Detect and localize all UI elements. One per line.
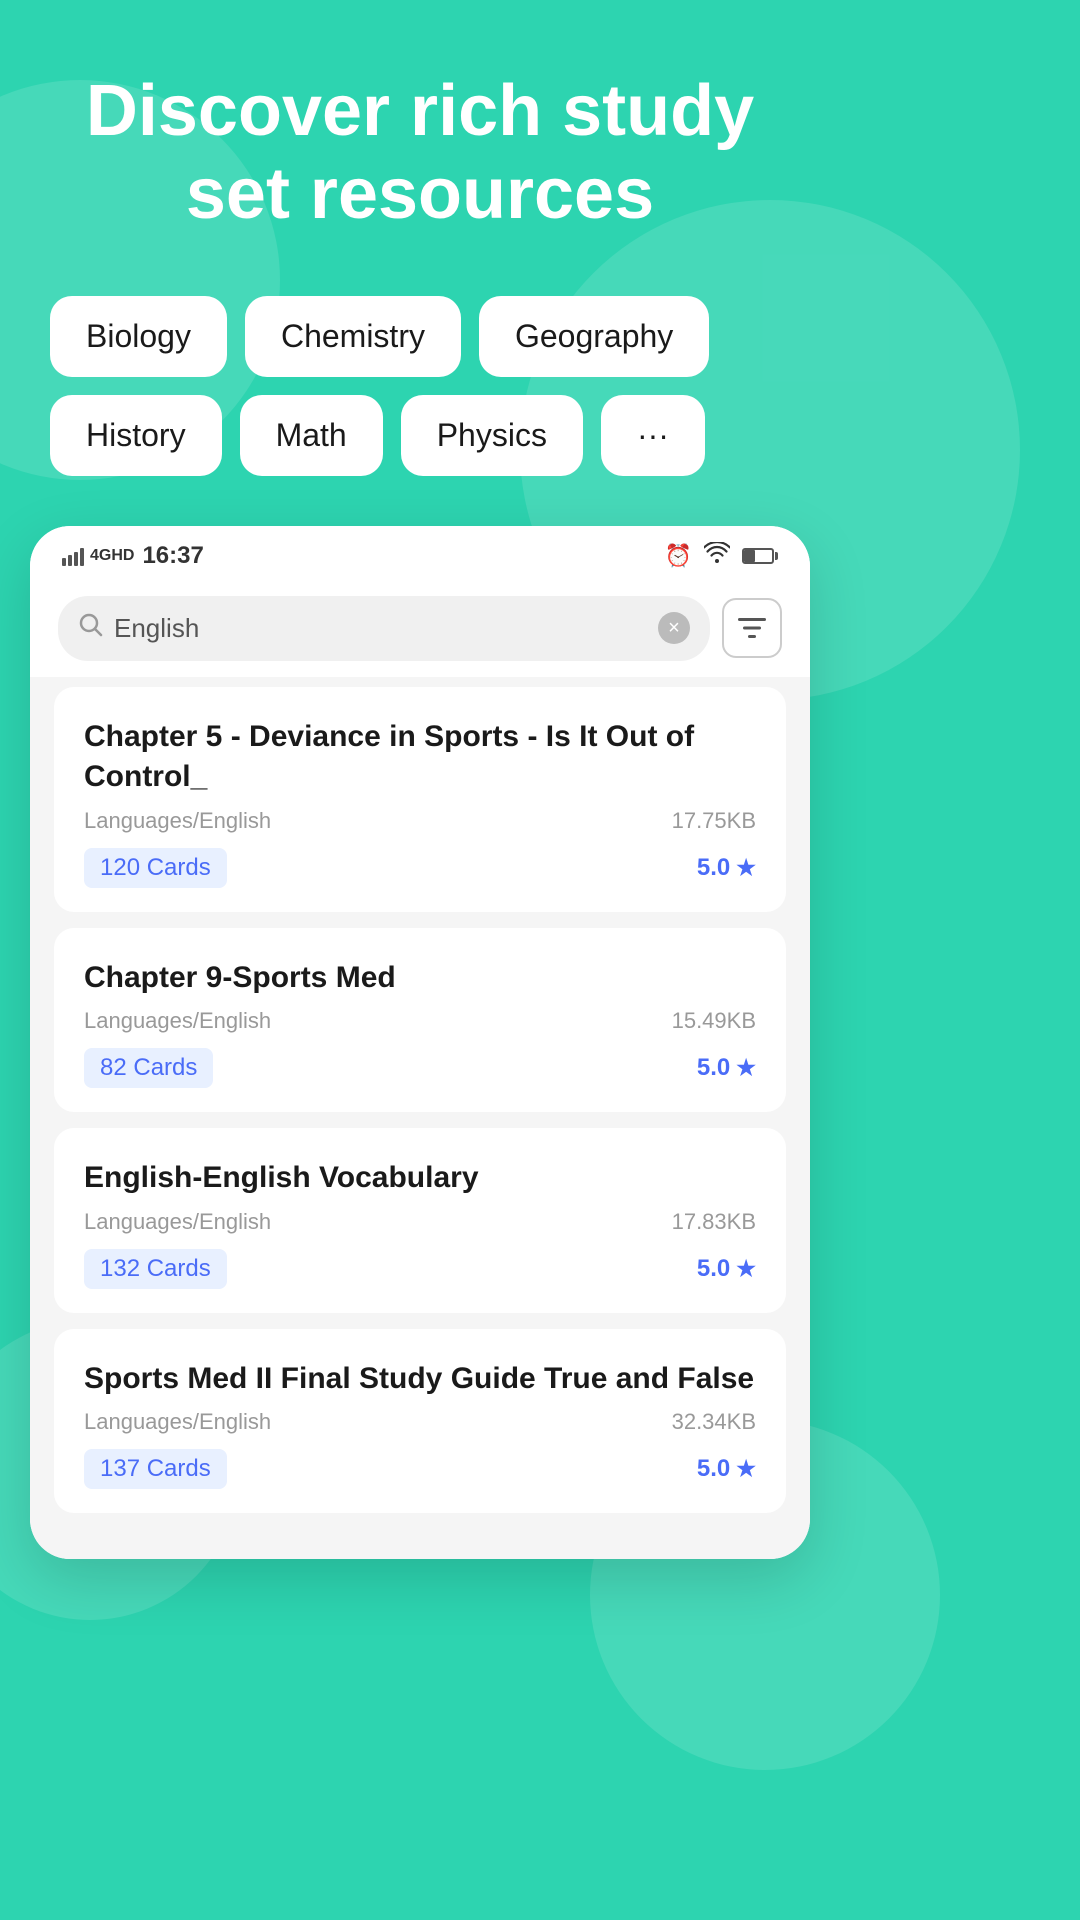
- star-icon-1: ★: [736, 855, 756, 881]
- categories-row-2: History Math Physics ···: [50, 395, 790, 476]
- category-chip-geography[interactable]: Geography: [479, 296, 709, 377]
- card-title-4: Sports Med II Final Study Guide True and…: [84, 1359, 756, 1400]
- card-footer-2: 82 Cards 5.0 ★: [84, 1048, 756, 1088]
- card-category-4: Languages/English: [84, 1409, 271, 1435]
- signal-bar-1: [62, 558, 66, 566]
- card-rating-2: 5.0 ★: [697, 1054, 756, 1082]
- card-rating-3: 5.0 ★: [697, 1255, 756, 1283]
- search-bar[interactable]: English ×: [58, 596, 710, 661]
- card-rating-4: 5.0 ★: [697, 1455, 756, 1483]
- star-icon-2: ★: [736, 1055, 756, 1081]
- card-count-4: 137 Cards: [84, 1449, 227, 1489]
- search-clear-button[interactable]: ×: [658, 612, 690, 644]
- card-footer-4: 137 Cards 5.0 ★: [84, 1449, 756, 1489]
- status-time: 16:37: [142, 542, 203, 570]
- card-meta-4: Languages/English 32.34KB: [84, 1409, 756, 1435]
- star-icon-3: ★: [736, 1256, 756, 1282]
- card-rating-1: 5.0 ★: [697, 854, 756, 882]
- search-area: English ×: [30, 580, 810, 677]
- signal-bar-3: [74, 552, 78, 566]
- result-card-1[interactable]: Chapter 5 - Deviance in Sports - Is It O…: [54, 687, 786, 912]
- card-count-2: 82 Cards: [84, 1048, 213, 1088]
- card-footer-3: 132 Cards 5.0 ★: [84, 1249, 756, 1289]
- alarm-icon: ⏰: [665, 543, 692, 569]
- result-card-4[interactable]: Sports Med II Final Study Guide True and…: [54, 1329, 786, 1514]
- filter-button[interactable]: [722, 598, 782, 658]
- card-category-2: Languages/English: [84, 1008, 271, 1034]
- search-value: English: [114, 613, 648, 644]
- result-card-3[interactable]: English-English Vocabulary Languages/Eng…: [54, 1128, 786, 1313]
- card-title-1: Chapter 5 - Deviance in Sports - Is It O…: [84, 717, 756, 798]
- page-title: Discover rich study set resources: [60, 70, 780, 236]
- signal-bar-4: [80, 548, 84, 566]
- card-meta-2: Languages/English 15.49KB: [84, 1008, 756, 1034]
- card-meta-1: Languages/English 17.75KB: [84, 808, 756, 834]
- status-bar: 4GHD 16:37 ⏰: [30, 526, 810, 580]
- card-size-3: 17.83KB: [672, 1209, 756, 1235]
- phone-mockup: 4GHD 16:37 ⏰: [30, 526, 810, 1560]
- status-left: 4GHD 16:37: [62, 542, 204, 570]
- card-meta-3: Languages/English 17.83KB: [84, 1209, 756, 1235]
- search-icon: [78, 612, 104, 645]
- signal-bar-2: [68, 555, 72, 566]
- category-chip-more[interactable]: ···: [601, 395, 705, 476]
- card-footer-1: 120 Cards 5.0 ★: [84, 848, 756, 888]
- header: Discover rich study set resources: [0, 0, 840, 276]
- card-size-1: 17.75KB: [672, 808, 756, 834]
- status-right: ⏰: [665, 542, 778, 570]
- result-card-2[interactable]: Chapter 9-Sports Med Languages/English 1…: [54, 928, 786, 1113]
- card-category-1: Languages/English: [84, 808, 271, 834]
- card-title-2: Chapter 9-Sports Med: [84, 958, 756, 999]
- signal-label: 4GHD: [90, 547, 134, 565]
- battery-icon: [742, 548, 778, 564]
- category-chip-biology[interactable]: Biology: [50, 296, 227, 377]
- card-count-1: 120 Cards: [84, 848, 227, 888]
- category-chip-math[interactable]: Math: [240, 395, 383, 476]
- wifi-icon: [704, 542, 730, 570]
- card-size-2: 15.49KB: [672, 1008, 756, 1034]
- star-icon-4: ★: [736, 1456, 756, 1482]
- card-title-3: English-English Vocabulary: [84, 1158, 756, 1199]
- signal-bars: [62, 546, 84, 566]
- categories-row-1: Biology Chemistry Geography: [50, 296, 790, 377]
- card-count-3: 132 Cards: [84, 1249, 227, 1289]
- category-chip-history[interactable]: History: [50, 395, 222, 476]
- category-chip-physics[interactable]: Physics: [401, 395, 583, 476]
- card-size-4: 32.34KB: [672, 1409, 756, 1435]
- results-list: Chapter 5 - Deviance in Sports - Is It O…: [30, 677, 810, 1560]
- card-category-3: Languages/English: [84, 1209, 271, 1235]
- category-chip-chemistry[interactable]: Chemistry: [245, 296, 461, 377]
- categories-section: Biology Chemistry Geography History Math…: [0, 276, 840, 516]
